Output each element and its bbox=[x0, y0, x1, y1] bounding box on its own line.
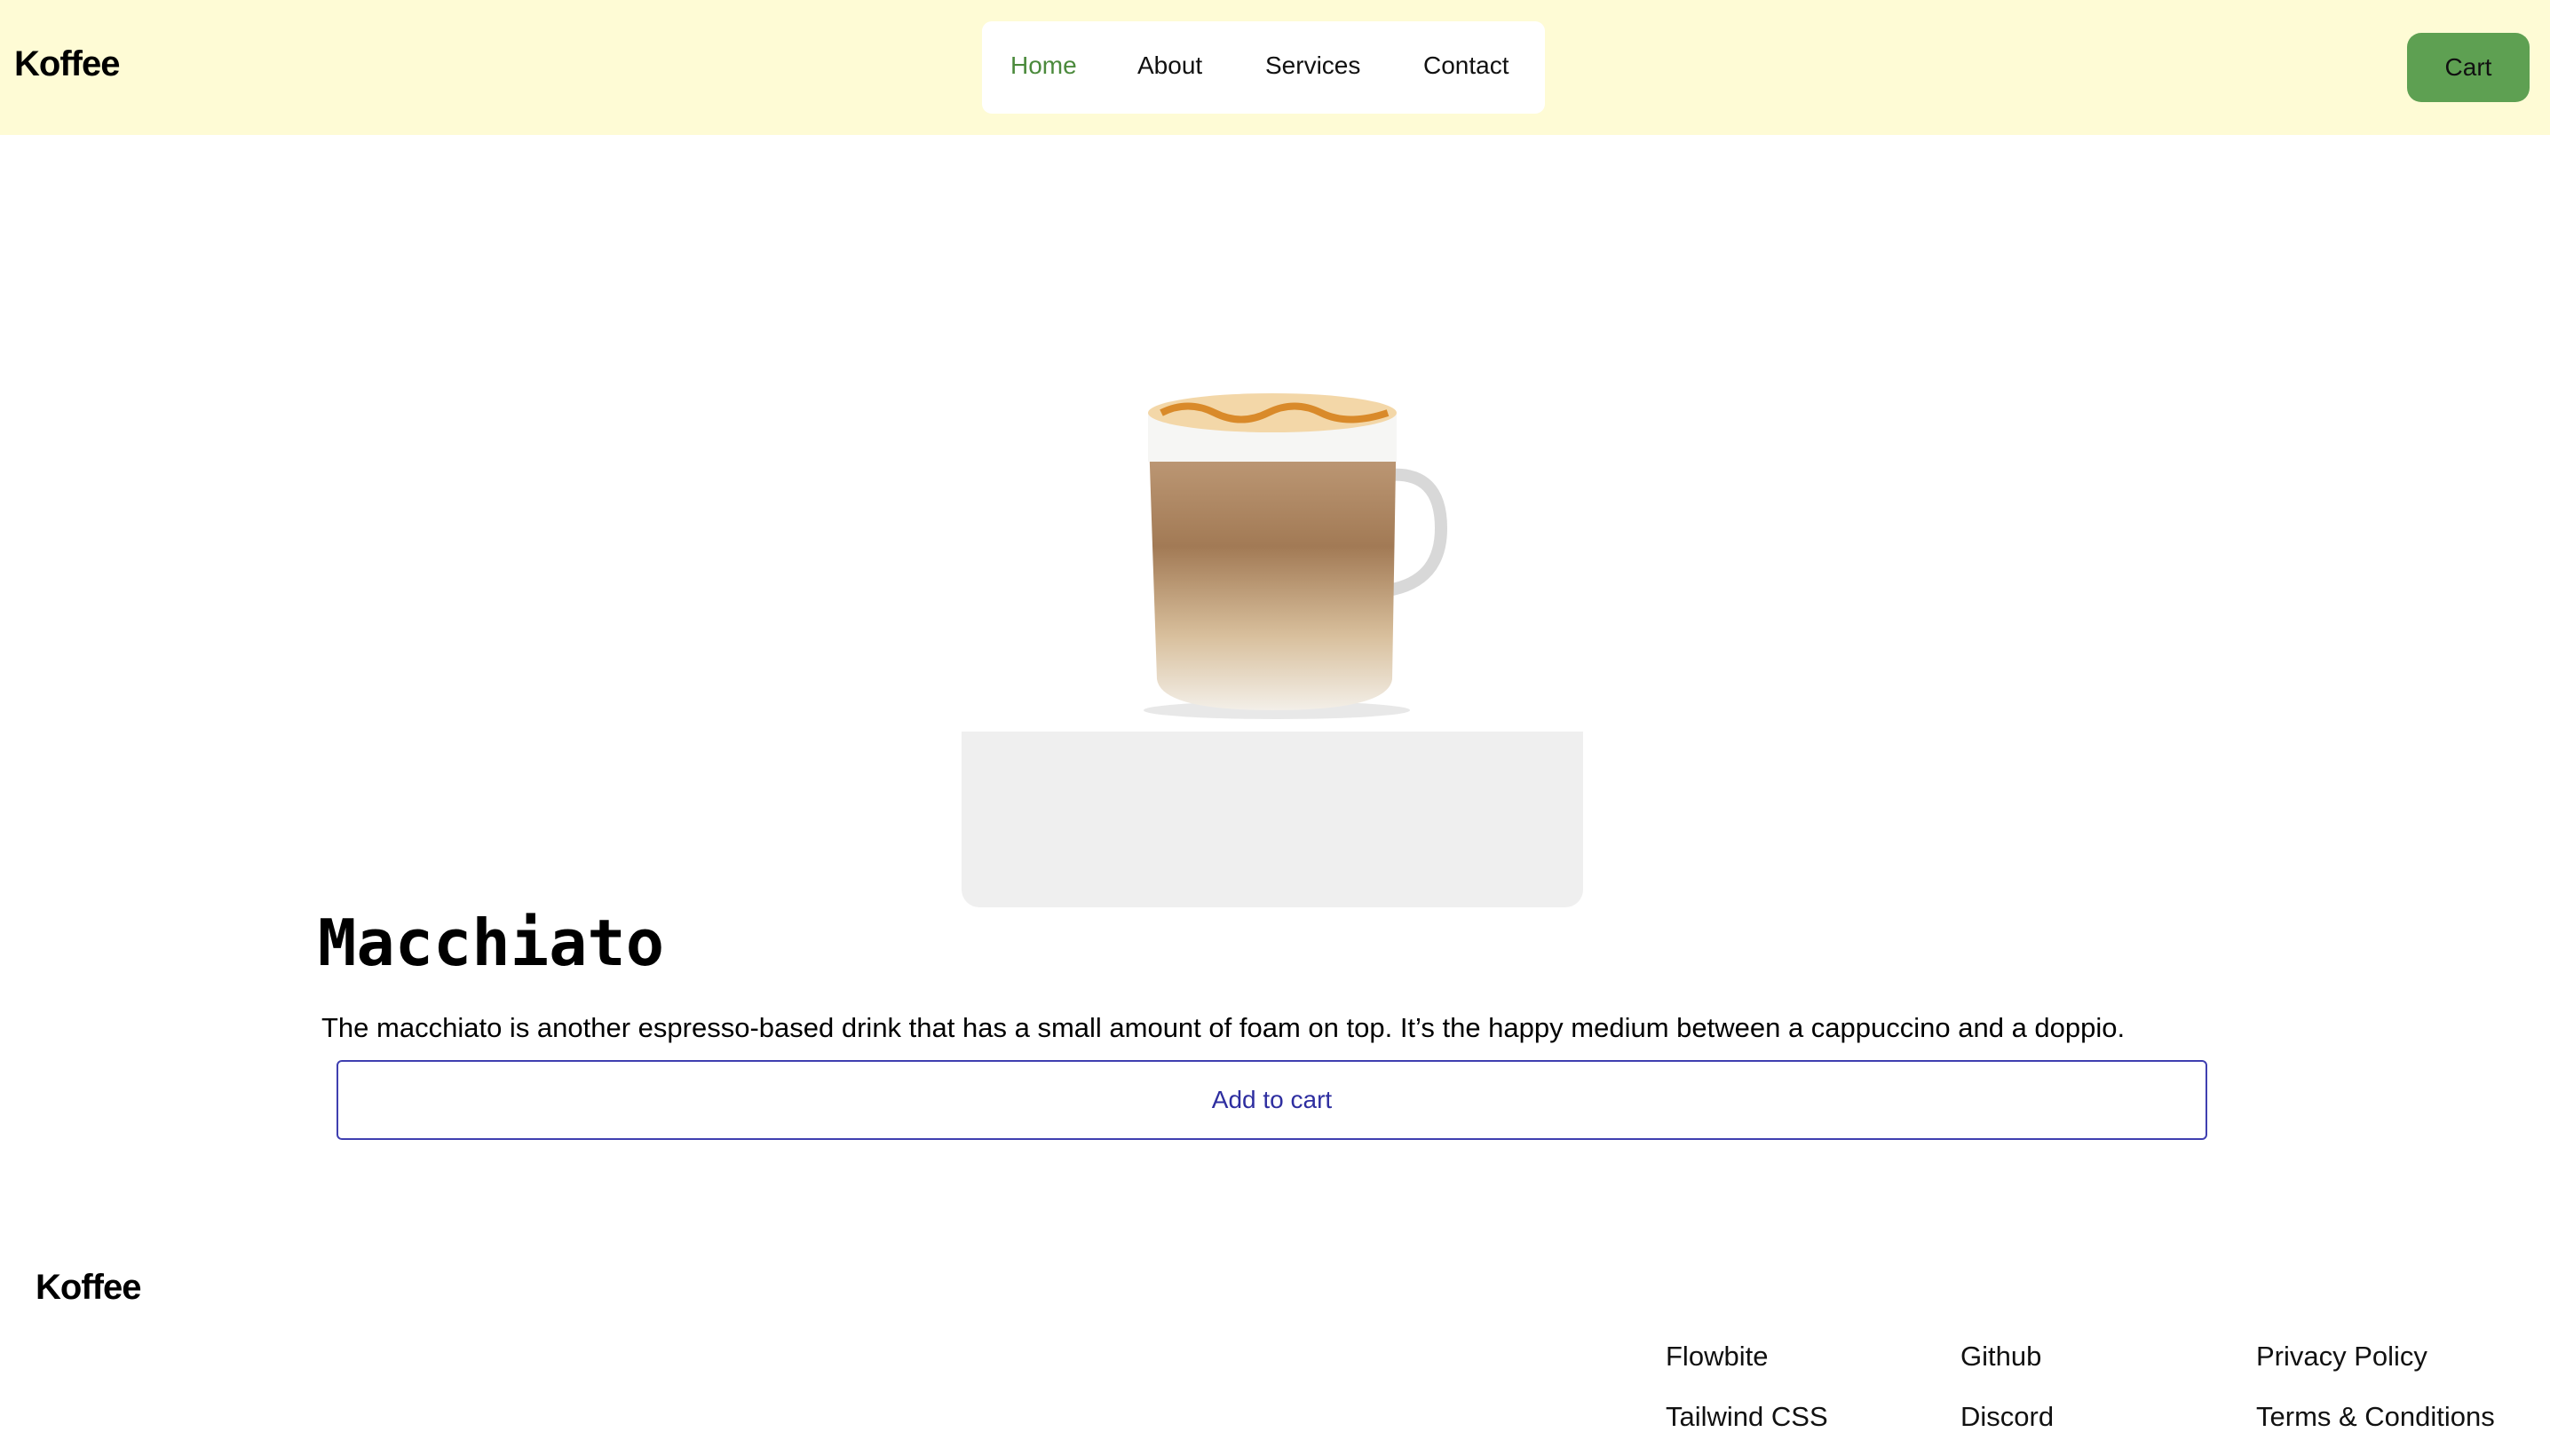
product-description: The macchiato is another espresso-based … bbox=[321, 1012, 2126, 1043]
product-title: Macchiato bbox=[318, 906, 665, 980]
add-to-cart-button[interactable]: Add to cart bbox=[337, 1060, 2207, 1140]
footer-link-tailwind[interactable]: Tailwind CSS bbox=[1666, 1401, 1828, 1433]
footer-link-discord[interactable]: Discord bbox=[1960, 1401, 2054, 1433]
footer-link-github[interactable]: Github bbox=[1960, 1341, 2041, 1373]
footer-link-flowbite[interactable]: Flowbite bbox=[1666, 1341, 1768, 1373]
image-backdrop bbox=[962, 732, 1583, 907]
nav-contact[interactable]: Contact bbox=[1423, 51, 1509, 80]
footer-link-privacy[interactable]: Privacy Policy bbox=[2256, 1341, 2427, 1373]
nav-services[interactable]: Services bbox=[1265, 51, 1360, 80]
header: Koffee Home About Services Contact Cart bbox=[0, 0, 2550, 135]
macchiato-image bbox=[1144, 393, 1448, 719]
logo[interactable]: Koffee bbox=[14, 44, 120, 84]
cart-button[interactable]: Cart bbox=[2407, 33, 2530, 102]
footer-link-terms[interactable]: Terms & Conditions bbox=[2256, 1401, 2495, 1433]
nav-about[interactable]: About bbox=[1137, 51, 1202, 80]
footer-logo[interactable]: Koffee bbox=[36, 1268, 141, 1308]
nav-home[interactable]: Home bbox=[1010, 51, 1077, 80]
main-nav: Home About Services Contact bbox=[982, 21, 1545, 114]
